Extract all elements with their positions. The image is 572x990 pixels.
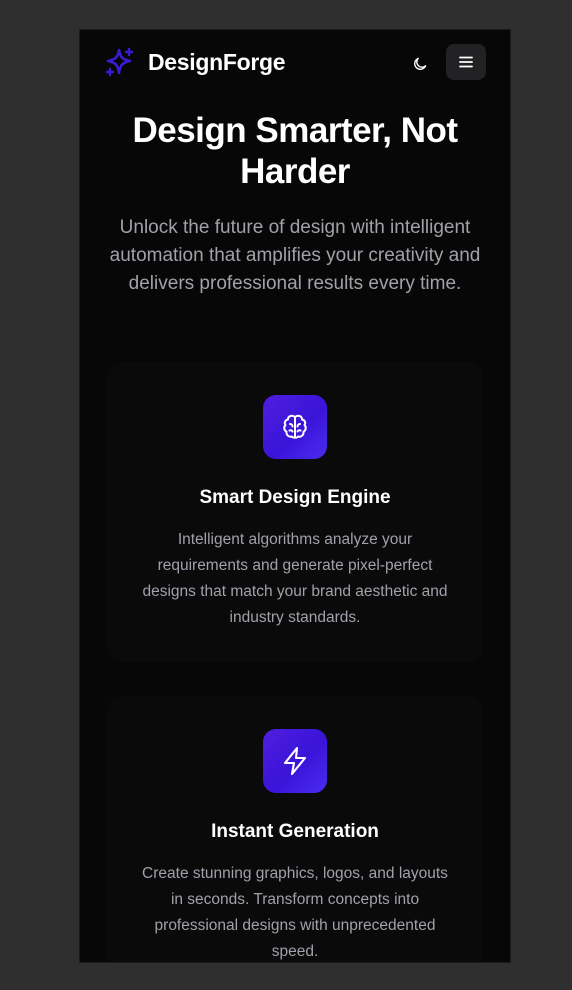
hero-title: Design Smarter, Not Harder — [132, 111, 458, 191]
lightning-bolt-icon — [283, 746, 307, 776]
moon-icon — [414, 57, 427, 70]
hamburger-menu-icon — [459, 56, 473, 68]
brain-icon — [283, 414, 307, 439]
feature-description: Intelligent algorithms analyze your requ… — [142, 531, 448, 626]
top-navbar: DesignForge — [80, 30, 510, 94]
menu-button[interactable] — [446, 44, 486, 80]
sparkles-icon — [105, 47, 134, 77]
theme-toggle-button[interactable] — [406, 50, 434, 78]
brand-link[interactable]: DesignForge — [104, 46, 286, 78]
feature-card: Smart Design Engine Intelligent algorith… — [107, 362, 483, 662]
feature-description: Create stunning graphics, logos, and lay… — [142, 865, 448, 960]
brand-name: DesignForge — [148, 48, 286, 75]
feature-title: Instant Generation — [211, 821, 379, 842]
feature-icon-badge — [263, 729, 327, 793]
app-viewport: DesignForge Design Smarter, Not Harder U… — [80, 30, 510, 962]
feature-icon-badge — [263, 395, 327, 459]
feature-title: Smart Design Engine — [199, 487, 391, 508]
hero-subtitle: Unlock the future of design with intelli… — [109, 217, 481, 294]
feature-card: Instant Generation Create stunning graph… — [107, 696, 483, 962]
